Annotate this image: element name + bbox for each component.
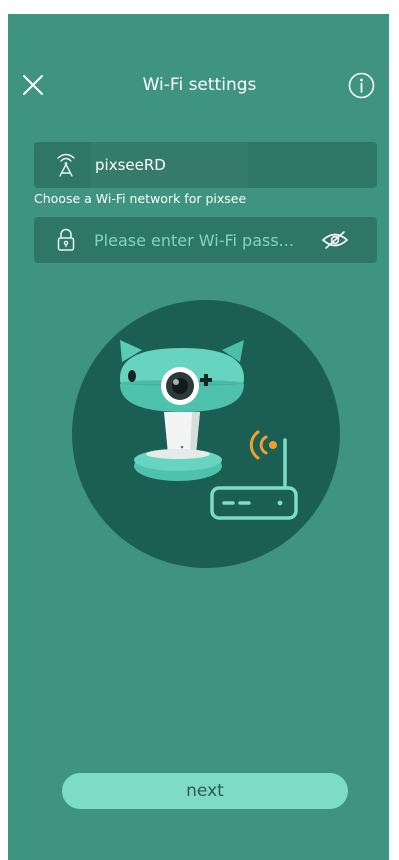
lock-icon [57, 228, 75, 251]
network-ssid: pixseeRD [95, 156, 166, 174]
info-button[interactable] [348, 72, 375, 99]
wifi-settings-screen: Wi-Fi settings pixseeRD Choose a Wi-Fi n… [0, 0, 399, 860]
network-hint: Choose a Wi-Fi network for pixsee [34, 191, 247, 206]
next-button[interactable]: next [62, 773, 348, 809]
network-selector[interactable]: pixseeRD [34, 142, 377, 188]
wifi-signal-icon [57, 153, 75, 177]
setup-illustration [72, 300, 340, 568]
toggle-password-visibility[interactable] [320, 229, 350, 251]
illustration-circle [72, 300, 340, 568]
eye-off-icon [321, 231, 349, 249]
info-icon [348, 72, 375, 99]
password-input[interactable] [94, 227, 304, 253]
illustration-art [72, 300, 340, 568]
page-title: Wi-Fi settings [142, 75, 257, 95]
password-field [34, 217, 377, 263]
